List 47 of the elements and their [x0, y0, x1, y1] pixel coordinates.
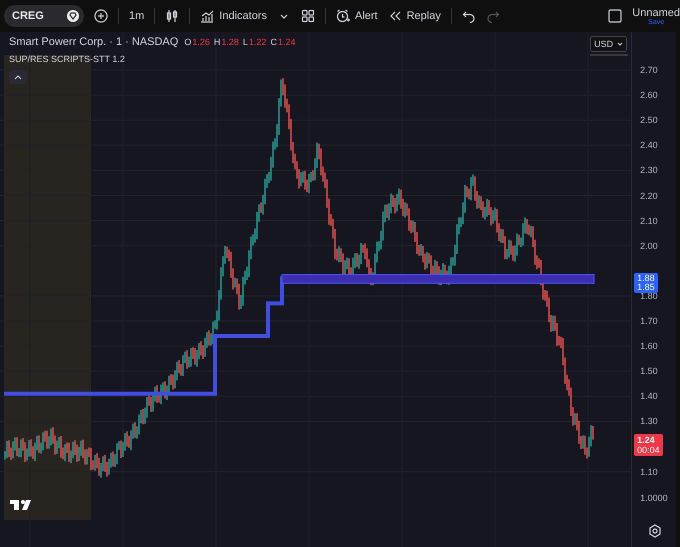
caret-down-icon [617, 42, 624, 46]
price-tick: 1.50 [640, 366, 658, 376]
ohlc-value: O 1.26 [184, 37, 210, 47]
price-tick: 2.70 [640, 65, 658, 75]
price-tick: 1.10 [640, 466, 658, 477]
last-price-label: 1.24 00:04 [634, 434, 663, 456]
indicators-icon [200, 9, 214, 23]
diamond-icon [66, 9, 80, 23]
level-price-label: 1.88 1.85 [634, 273, 658, 293]
layout-grid-icon[interactable] [300, 9, 315, 23]
layout-name-button[interactable]: Unnamed [632, 6, 680, 18]
price-tick: 1.70 [640, 316, 658, 326]
ohlc-value: L1.22 [242, 37, 266, 47]
legend-divider [590, 54, 628, 56]
price-tick: 2.10 [640, 216, 658, 226]
price-tick: 2.60 [640, 90, 658, 100]
candlestick-icon[interactable] [165, 9, 180, 23]
price-tick: 1.30 [640, 416, 658, 426]
price-tick: 2.50 [640, 115, 658, 126]
symbol-search-field[interactable]: CREG [4, 5, 84, 27]
price-tick: 1.40 [640, 391, 658, 402]
interval-button[interactable]: 1m [129, 10, 144, 22]
ohlc-value: C 1.24 [270, 37, 296, 47]
indicators-button[interactable]: Indicators [200, 9, 267, 23]
price-tick: 2.20 [640, 190, 658, 200]
add-icon[interactable] [94, 9, 108, 23]
price-tick: 2.40 [640, 140, 658, 150]
ohlc-value: H 1.28 [214, 37, 239, 47]
rewind-icon [388, 9, 402, 23]
symbol-title: Smart Powerr Corp. · 1 · NASDAQ [9, 36, 178, 48]
undo-icon[interactable] [462, 9, 476, 23]
price-tick: 1.80 [640, 290, 658, 301]
price-tick: 2.00 [640, 240, 658, 251]
alert-button[interactable]: Alert [336, 9, 378, 23]
alarm-clock-icon [336, 9, 350, 23]
price-tick: 1.60 [640, 341, 658, 352]
price-tick: 1.0000 [640, 493, 668, 503]
redo-icon[interactable] [486, 9, 500, 23]
indicator-name: SUP/RES SCRIPTS-STT 1.2 [9, 54, 126, 64]
checkbox-icon[interactable] [608, 9, 622, 23]
replay-button[interactable]: Replay [388, 9, 441, 23]
settings-icon[interactable] [648, 524, 662, 538]
collapse-button[interactable] [9, 70, 27, 84]
currency-dropdown[interactable]: USD [590, 36, 628, 52]
caret-up-icon [14, 74, 22, 80]
price-tick: 2.30 [640, 165, 658, 176]
logo-icon [10, 500, 31, 510]
